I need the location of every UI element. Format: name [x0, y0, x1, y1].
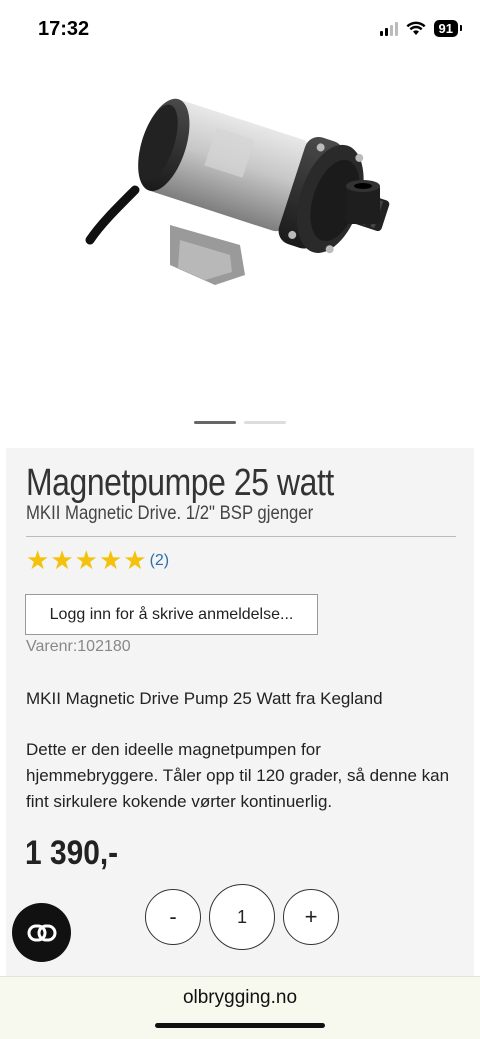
product-title: Magnetpumpe 25 watt: [26, 462, 334, 504]
sku-label: Varenr:: [26, 638, 78, 655]
star-icon: ★: [50, 546, 74, 576]
star-icon: ★: [123, 546, 147, 576]
magnetic-drive-pump-image: [85, 98, 390, 285]
cellular-signal-icon: [379, 21, 398, 36]
image-carousel-indicator[interactable]: [0, 421, 480, 424]
wifi-icon: [406, 21, 426, 35]
browser-address-bar[interactable]: olbrygging.no: [0, 976, 480, 1039]
sku: Varenr:102180: [26, 638, 131, 656]
url-text[interactable]: olbrygging.no: [0, 987, 480, 1009]
battery-icon: 91: [433, 20, 463, 37]
status-bar: 17:32 91: [0, 0, 480, 60]
price: 1 390,-: [25, 834, 119, 872]
decrease-quantity-button[interactable]: -: [145, 889, 201, 945]
increase-quantity-button[interactable]: +: [283, 889, 339, 945]
star-icon: ★: [98, 546, 123, 576]
product-image[interactable]: [0, 60, 480, 445]
write-review-button[interactable]: Logg inn for å skrive anmeldelse...: [25, 594, 318, 635]
status-icons: 91: [379, 20, 463, 37]
description-intro: MKII Magnetic Drive Pump 25 Watt fra Keg…: [26, 689, 383, 708]
review-count-link[interactable]: (2): [150, 552, 170, 570]
carousel-dot-2[interactable]: [244, 421, 286, 424]
rating[interactable]: ★ ★ ★ ★ ★ (2): [26, 548, 169, 574]
home-indicator[interactable]: [155, 1023, 325, 1028]
chat-link-icon: [27, 924, 56, 941]
chat-button[interactable]: [12, 903, 71, 962]
status-time: 17:32: [38, 18, 90, 40]
description-body: Dette er den ideelle magnetpumpen for hj…: [26, 740, 450, 811]
product-subtitle: MKII Magnetic Drive. 1/2" BSP gjenger: [26, 503, 314, 524]
quantity-input[interactable]: 1: [209, 884, 275, 950]
divider: [26, 536, 456, 537]
carousel-dot-1[interactable]: [194, 421, 236, 424]
star-icon: ★: [26, 546, 50, 576]
star-icon: ★: [74, 546, 98, 576]
quantity-stepper: - 1 +: [145, 884, 339, 950]
sku-value: 102180: [77, 638, 131, 655]
